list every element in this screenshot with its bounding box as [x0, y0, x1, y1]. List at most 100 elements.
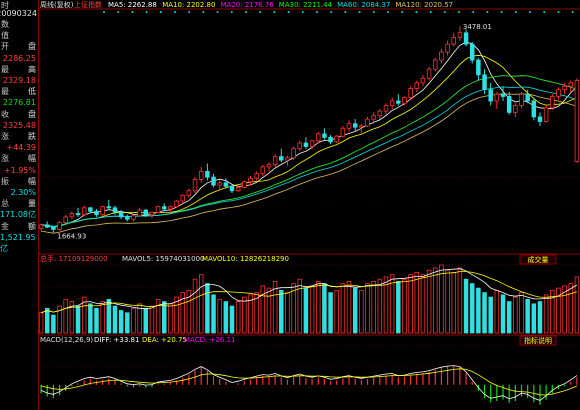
- event-marker-icon: [529, 11, 531, 13]
- candle-body: [396, 100, 401, 104]
- volume-bar: [118, 310, 124, 334]
- candle-body: [500, 93, 506, 97]
- info-row: 1,521.95亿: [0, 232, 38, 253]
- event-marker-icon: [401, 11, 404, 13]
- info-value: 2.30%: [10, 188, 36, 197]
- volume-bar: [63, 298, 68, 334]
- event-marker-icon: [443, 11, 446, 13]
- candle-body: [519, 93, 524, 106]
- volume-bar: [340, 283, 346, 334]
- event-marker-icon: [316, 11, 318, 13]
- event-marker-icon: [358, 11, 361, 13]
- candle-body: [217, 182, 222, 186]
- info-label: 振: [1, 176, 9, 186]
- candle-body: [531, 100, 537, 118]
- candle-body: [340, 127, 346, 137]
- stock-chart[interactable]: 周线(复权) 上证指数 MA5: 2262.88 MA10: 2202.80 MA20:…: [38, 0, 580, 410]
- event-marker-icon: [216, 11, 219, 13]
- info-value: +1.95%: [3, 165, 36, 175]
- candle-body: [328, 136, 333, 143]
- candle-body: [192, 179, 198, 192]
- ma-legend-item: MA120: 2020.57: [395, 1, 453, 9]
- candle-body: [463, 32, 469, 45]
- volume-bar: [322, 283, 327, 334]
- date-row: 20090324: [0, 8, 38, 19]
- period-label: 周线(复权): [40, 0, 74, 9]
- info-value: 量: [28, 199, 36, 209]
- candle-body: [414, 82, 420, 89]
- macd-dea-label: DEA: +20.75: [142, 336, 187, 344]
- volume-bar: [131, 307, 136, 334]
- candle-body: [44, 224, 50, 228]
- volume-bar: [469, 283, 475, 334]
- candle-body: [229, 185, 235, 192]
- volume-bar: [537, 301, 543, 334]
- volume-bar: [51, 314, 56, 334]
- ma-line: [41, 41, 578, 228]
- index-name: 上证指数: [74, 0, 102, 9]
- ma-legend-item: MA5: 2262.88: [108, 1, 157, 9]
- info-row: 2329.18: [0, 75, 38, 86]
- info-row: 值: [0, 30, 38, 41]
- mavol5-label: MAVOL5: 15974031000: [122, 255, 204, 263]
- volume-bar: [94, 307, 99, 334]
- volume-bar: [315, 281, 321, 334]
- candle-body: [81, 207, 87, 216]
- low-price-label: 1664.93: [57, 232, 86, 240]
- candle-body: [205, 171, 210, 178]
- volume-bar: [223, 301, 229, 334]
- info-row: 2.30%: [0, 187, 38, 198]
- volume-bar: [402, 278, 407, 334]
- candle-body: [303, 142, 309, 147]
- volume-bar: [346, 281, 352, 334]
- info-value: 2329.18: [2, 76, 36, 85]
- volume-bar: [260, 285, 266, 334]
- candle-body: [143, 209, 149, 216]
- event-marker-icon: [472, 11, 475, 13]
- volume-bar: [211, 294, 216, 334]
- ma-legend-item: MA20: 2176.76: [221, 1, 275, 9]
- event-marker-icon: [174, 11, 176, 13]
- volume-bar: [112, 305, 118, 334]
- candle-body: [279, 156, 284, 161]
- candle-body: [260, 166, 266, 175]
- candle-body: [346, 123, 352, 129]
- info-row: 收盘: [0, 109, 38, 120]
- high-price-label: 3478.01: [463, 23, 492, 31]
- candle-body: [506, 96, 512, 113]
- volume-bar: [414, 272, 420, 334]
- event-marker-icon: [145, 11, 148, 13]
- candle-body: [223, 182, 229, 187]
- candle-body: [334, 135, 339, 143]
- volume-bar: [457, 267, 463, 334]
- info-row: 171.08亿: [0, 209, 38, 220]
- event-marker-icon: [245, 11, 247, 13]
- date-value: 20090324: [0, 9, 37, 18]
- macd-help-label: 指标说明: [524, 336, 552, 345]
- ma-line: [41, 54, 578, 228]
- candle-body: [155, 206, 161, 213]
- info-row: 开盘: [0, 41, 38, 52]
- info-value: 2325.48: [2, 120, 36, 130]
- candle-body: [402, 97, 407, 104]
- candle-body: [451, 36, 456, 45]
- candle-body: [211, 176, 216, 186]
- volume-bar: [525, 298, 530, 334]
- candle-body: [494, 93, 500, 102]
- candle-body: [383, 105, 389, 112]
- info-value: 幅: [28, 176, 36, 186]
- volume-bar: [568, 283, 574, 334]
- candle-body: [297, 142, 303, 150]
- info-value: 额: [28, 221, 36, 231]
- info-row: +1.95%: [0, 165, 38, 176]
- info-row: 数: [0, 19, 38, 30]
- candle-body: [69, 213, 75, 218]
- volume-bar: [463, 278, 469, 334]
- event-marker-icon: [429, 11, 432, 13]
- event-marker-icon: [188, 11, 191, 13]
- info-label: 开: [1, 42, 9, 52]
- info-label: 涨: [1, 154, 9, 164]
- info-row: 最高: [0, 64, 38, 75]
- volume-bar: [168, 303, 173, 334]
- info-label: 金: [1, 221, 9, 231]
